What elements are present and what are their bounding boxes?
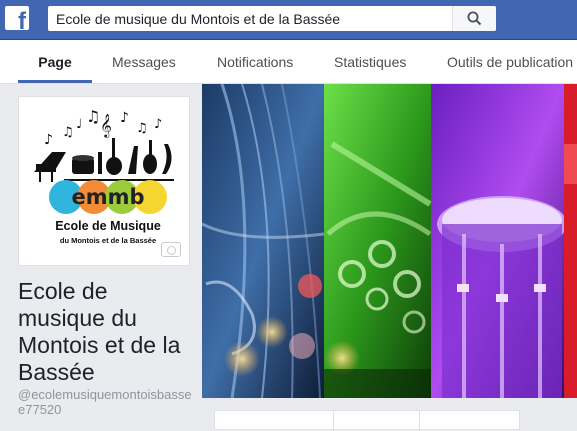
svg-text:♪: ♪ (120, 110, 129, 126)
tab-statistiques[interactable]: Statistiques (334, 40, 406, 83)
logo-line1: Ecole de Musique (55, 219, 161, 233)
profile-picture[interactable]: ♪ ♫ ♩ ♫ 𝄞 ♪ ♫ ♪ emmb Ecole de Musique du… (18, 96, 190, 266)
school-logo: ♪ ♫ ♩ ♫ 𝄞 ♪ ♫ ♪ emmb Ecole de Musique du… (24, 102, 184, 260)
page-tabs: Page Messages Notifications Statistiques… (0, 40, 577, 84)
svg-text:♩: ♩ (76, 117, 82, 132)
search-box (48, 6, 496, 31)
svg-text:♫: ♫ (62, 125, 74, 140)
logo-acronym: emmb (71, 185, 144, 209)
svg-text:♪: ♪ (44, 132, 53, 148)
top-bar: f (0, 0, 577, 40)
page-handle[interactable]: @ecolemusiquemontoisbassee77520 (18, 387, 198, 417)
tab-outils-de-publication[interactable]: Outils de publication (447, 40, 573, 83)
action-buttons-row[interactable] (214, 410, 520, 431)
camera-icon[interactable] (161, 242, 181, 257)
svg-text:♫: ♫ (86, 107, 100, 126)
search-button[interactable] (452, 6, 496, 31)
search-input[interactable] (48, 6, 452, 31)
svg-text:𝄞: 𝄞 (100, 113, 112, 138)
logo-line2: du Montois et de la Bassée (60, 236, 156, 245)
tab-notifications[interactable]: Notifications (217, 40, 293, 83)
tab-page[interactable]: Page (18, 40, 92, 83)
svg-text:♫: ♫ (136, 121, 148, 136)
svg-text:♪: ♪ (154, 117, 162, 132)
facebook-logo-icon[interactable]: f (5, 6, 29, 30)
cover-photo[interactable] (202, 84, 577, 398)
search-icon (467, 11, 482, 26)
page-title[interactable]: Ecole de musique du Montois et de la Bas… (18, 278, 198, 386)
tab-messages[interactable]: Messages (112, 40, 176, 83)
